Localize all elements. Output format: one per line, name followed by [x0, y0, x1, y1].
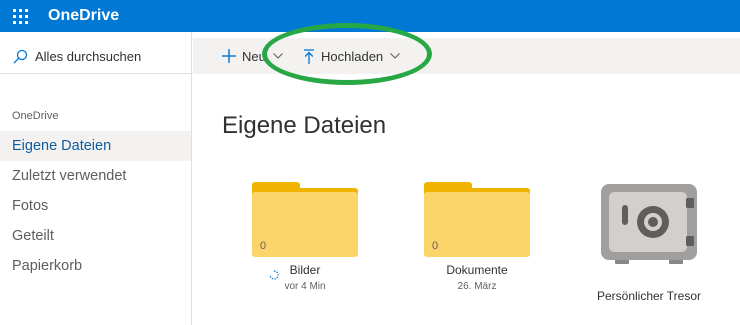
nav-list: Eigene Dateien Zuletzt verwendet Fotos G…	[0, 131, 191, 281]
waffle-icon	[12, 8, 28, 24]
chevron-down-icon	[272, 53, 283, 59]
upload-button[interactable]: Hochladen	[289, 38, 401, 74]
plus-icon	[222, 49, 236, 63]
folder-icon: 0	[424, 182, 530, 257]
app-title[interactable]: OneDrive	[48, 7, 119, 25]
search-box[interactable]: Alles durchsuchen	[0, 40, 191, 74]
sidebar-item-shared[interactable]: Geteilt	[0, 221, 191, 251]
nav-heading: OneDrive	[12, 110, 59, 122]
sidebar-item-my-files[interactable]: Eigene Dateien	[0, 131, 191, 161]
page-title: Eigene Dateien	[222, 112, 387, 139]
vault-tile[interactable]: Persönlicher Tresor	[579, 184, 719, 303]
vault-icon	[601, 184, 697, 264]
sync-icon	[269, 270, 279, 280]
sidebar-item-recycle-bin[interactable]: Papierkorb	[0, 251, 191, 281]
item-count: 0	[432, 240, 439, 252]
folder-tile-pictures[interactable]: 0 Bilder vor 4 Min	[235, 182, 375, 292]
chevron-down-icon	[390, 53, 401, 59]
search-input[interactable]: Alles durchsuchen	[35, 49, 141, 64]
sidebar-item-photos[interactable]: Fotos	[0, 191, 191, 221]
upload-button-label: Hochladen	[321, 48, 384, 64]
folder-tile-documents[interactable]: 0 Dokumente 26. März	[407, 182, 547, 292]
new-button-label: Neu	[242, 48, 266, 64]
item-modified: vor 4 Min	[284, 281, 326, 292]
top-bar: OneDrive	[0, 0, 740, 32]
command-bar: Neu Hochladen	[193, 38, 740, 74]
left-navigation: Alles durchsuchen OneDrive Eigene Dateie…	[0, 32, 192, 325]
item-name: Bilder	[289, 263, 321, 277]
search-icon	[13, 49, 28, 63]
sidebar-item-recent[interactable]: Zuletzt verwendet	[0, 161, 191, 191]
new-button[interactable]: Neu	[193, 38, 289, 74]
item-name: Dokumente	[446, 263, 508, 277]
app-launcher-button[interactable]	[0, 0, 40, 32]
folder-icon: 0	[252, 182, 358, 257]
item-name: Persönlicher Tresor	[596, 289, 702, 303]
upload-icon	[304, 48, 314, 64]
item-count: 0	[260, 240, 267, 252]
item-modified: 26. März	[457, 281, 497, 292]
